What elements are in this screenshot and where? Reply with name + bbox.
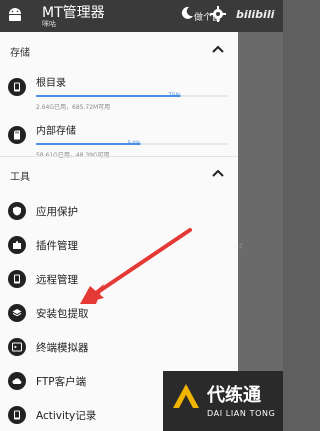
layers-icon xyxy=(8,304,26,322)
usage-fill xyxy=(36,95,180,97)
storage-section-label: 存储 xyxy=(10,48,30,59)
phone-icon xyxy=(8,78,26,96)
moon-icon[interactable] xyxy=(180,6,194,20)
tool-terminal[interactable]: 终端模拟器 xyxy=(0,330,238,364)
red-arrow-annotation xyxy=(80,228,192,304)
tool-label: 安装包提取 xyxy=(36,308,89,320)
tools-section-header[interactable]: 工具 xyxy=(0,158,238,192)
usage-bar xyxy=(36,95,228,97)
tool-label: FTP客户端 xyxy=(36,376,87,388)
storage-section-header[interactable]: 存储 xyxy=(0,34,238,68)
phone-icon xyxy=(8,270,26,288)
android-icon xyxy=(9,8,21,21)
gear-icon[interactable] xyxy=(210,6,226,22)
tool-app-protection[interactable]: 应用保护 xyxy=(0,194,238,228)
sd-card-icon xyxy=(8,126,26,144)
brand-subtitle: DAI LIAN TONG xyxy=(207,409,276,418)
storage-name: 根目录 xyxy=(36,78,66,89)
divider xyxy=(0,156,238,157)
usage-fill xyxy=(36,143,140,145)
app-bar: MT管理器 咪咕 做个菌 bilibili xyxy=(0,0,283,32)
tool-label: 终端模拟器 xyxy=(36,342,89,354)
storage-item-root[interactable]: 根目录 75% 2.64G已用，685.72M可用 xyxy=(0,70,238,118)
content-scrim[interactable]: ‹ xyxy=(238,0,283,431)
tool-label: Activity记录 xyxy=(36,410,97,422)
chevron-left-icon: ‹ xyxy=(238,238,244,254)
chevron-up-icon xyxy=(212,45,224,53)
terminal-icon xyxy=(8,338,26,356)
puzzle-icon xyxy=(8,236,26,254)
cloud-icon xyxy=(8,372,26,390)
shield-icon xyxy=(8,202,26,220)
usage-percent: 54% xyxy=(127,140,142,147)
watermark-badge: 代练通 DAI LIAN TONG xyxy=(163,371,283,431)
tool-label: 应用保护 xyxy=(36,206,78,218)
phone-icon xyxy=(8,406,26,424)
storage-name: 内部存储 xyxy=(36,126,76,137)
app-subtitle: 咪咕 xyxy=(42,20,56,28)
bilibili-logo: bilibili xyxy=(236,8,275,21)
brand-logo-icon xyxy=(173,384,199,408)
usage-detail: 2.64G已用，685.72M可用 xyxy=(36,104,111,111)
brand-title: 代练通 xyxy=(207,385,261,406)
tools-section-label: 工具 xyxy=(10,172,30,183)
usage-percent: 75% xyxy=(168,92,182,99)
chevron-up-icon xyxy=(212,169,224,177)
